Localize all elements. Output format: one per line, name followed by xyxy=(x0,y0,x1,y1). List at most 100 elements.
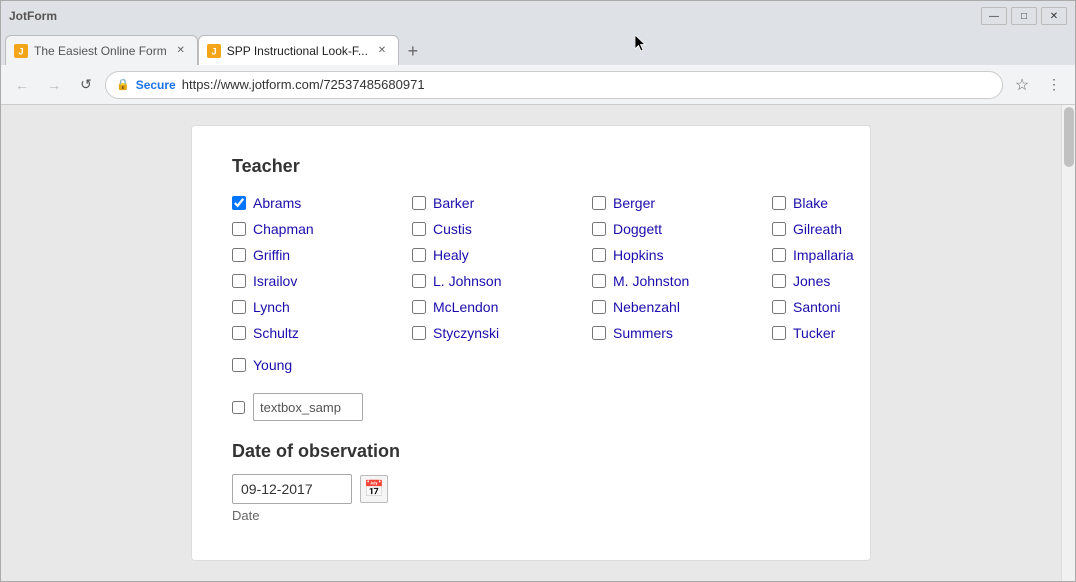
checkbox-cb_berger[interactable] xyxy=(592,196,606,210)
young-label[interactable]: Young xyxy=(253,357,292,373)
checkbox-item-cb_gilreath: Gilreath xyxy=(772,221,952,237)
forward-button[interactable]: → xyxy=(41,72,67,98)
checkbox-cb_healy[interactable] xyxy=(412,248,426,262)
label-cb_berger[interactable]: Berger xyxy=(613,195,655,211)
checkbox-cb_santoni[interactable] xyxy=(772,300,786,314)
address-bar: ← → ↺ 🔒 Secure https://www.jotform.com/7… xyxy=(1,65,1075,105)
label-cb_mclendon[interactable]: McLendon xyxy=(433,299,498,315)
label-cb_chapman[interactable]: Chapman xyxy=(253,221,314,237)
checkbox-item-cb_ljohnson: L. Johnson xyxy=(412,273,592,289)
tab1-close[interactable]: ✕ xyxy=(173,43,189,59)
checkbox-item-cb_chapman: Chapman xyxy=(232,221,412,237)
checkbox-cb_ljohnson[interactable] xyxy=(412,274,426,288)
checkbox-cb_hopkins[interactable] xyxy=(592,248,606,262)
label-cb_israilov[interactable]: Israilov xyxy=(253,273,297,289)
label-cb_tucker[interactable]: Tucker xyxy=(793,325,835,341)
checkbox-cb_mjohnston[interactable] xyxy=(592,274,606,288)
young-checkbox-item: Young xyxy=(232,357,292,373)
tab-2[interactable]: J SPP Instructional Look-F... ✕ xyxy=(198,35,399,65)
label-cb_summers[interactable]: Summers xyxy=(613,325,673,341)
other-checkbox[interactable] xyxy=(232,401,245,414)
label-cb_abrams[interactable]: Abrams xyxy=(253,195,301,211)
tab1-label: The Easiest Online Form xyxy=(34,44,167,58)
tabs-bar: J The Easiest Online Form ✕ J SPP Instru… xyxy=(1,31,1075,65)
browser-window: JotForm — □ ✕ J The Easiest Online Form … xyxy=(0,0,1076,582)
label-cb_doggett[interactable]: Doggett xyxy=(613,221,662,237)
label-cb_griffin[interactable]: Griffin xyxy=(253,247,290,263)
label-cb_nebenzahl[interactable]: Nebenzahl xyxy=(613,299,680,315)
checkbox-cb_gilreath[interactable] xyxy=(772,222,786,236)
checkbox-item-cb_custis: Custis xyxy=(412,221,592,237)
checkbox-item-cb_nebenzahl: Nebenzahl xyxy=(592,299,772,315)
label-cb_blake[interactable]: Blake xyxy=(793,195,828,211)
young-checkbox[interactable] xyxy=(232,358,246,372)
page-scroll-area: Teacher AbramsBarkerBergerBlakeChapmanCu… xyxy=(1,105,1061,581)
checkbox-cb_chapman[interactable] xyxy=(232,222,246,236)
date-label: Date xyxy=(232,508,830,523)
label-cb_mjohnston[interactable]: M. Johnston xyxy=(613,273,689,289)
checkbox-item-cb_schultz: Schultz xyxy=(232,325,412,341)
date-input[interactable] xyxy=(232,474,352,504)
checkbox-cb_mclendon[interactable] xyxy=(412,300,426,314)
label-cb_jones[interactable]: Jones xyxy=(793,273,830,289)
date-section-title: Date of observation xyxy=(232,441,830,462)
label-cb_healy[interactable]: Healy xyxy=(433,247,469,263)
other-textbox[interactable] xyxy=(253,393,363,421)
checkbox-item-cb_summers: Summers xyxy=(592,325,772,341)
checkbox-cb_styczynski[interactable] xyxy=(412,326,426,340)
checkbox-item-cb_impallaria: Impallaria xyxy=(772,247,952,263)
checkbox-item-cb_santoni: Santoni xyxy=(772,299,952,315)
other-row: Young xyxy=(232,357,830,373)
checkbox-cb_doggett[interactable] xyxy=(592,222,606,236)
checkbox-item-cb_griffin: Griffin xyxy=(232,247,412,263)
checkbox-cb_lynch[interactable] xyxy=(232,300,246,314)
checkbox-cb_blake[interactable] xyxy=(772,196,786,210)
tab2-close[interactable]: ✕ xyxy=(374,43,390,59)
url-text: https://www.jotform.com/72537485680971 xyxy=(182,77,992,92)
tab-1[interactable]: J The Easiest Online Form ✕ xyxy=(5,35,198,65)
label-cb_gilreath[interactable]: Gilreath xyxy=(793,221,842,237)
label-cb_impallaria[interactable]: Impallaria xyxy=(793,247,854,263)
close-button[interactable]: ✕ xyxy=(1041,7,1067,25)
label-cb_ljohnson[interactable]: L. Johnson xyxy=(433,273,502,289)
checkbox-cb_tucker[interactable] xyxy=(772,326,786,340)
label-cb_barker[interactable]: Barker xyxy=(433,195,474,211)
scrollbar-thumb[interactable] xyxy=(1064,107,1074,167)
checkbox-item-cb_blake: Blake xyxy=(772,195,952,211)
menu-button[interactable]: ⋮ xyxy=(1041,72,1067,98)
checkbox-cb_summers[interactable] xyxy=(592,326,606,340)
minimize-button[interactable]: — xyxy=(981,7,1007,25)
label-cb_lynch[interactable]: Lynch xyxy=(253,299,290,315)
checkbox-cb_custis[interactable] xyxy=(412,222,426,236)
tab1-favicon: J xyxy=(14,44,28,58)
date-section: Date of observation 📅 Date xyxy=(232,441,830,523)
label-cb_styczynski[interactable]: Styczynski xyxy=(433,325,499,341)
brand-title: JotForm xyxy=(9,9,57,23)
address-input-wrap[interactable]: 🔒 Secure https://www.jotform.com/7253748… xyxy=(105,71,1003,99)
maximize-button[interactable]: □ xyxy=(1011,7,1037,25)
checkbox-cb_jones[interactable] xyxy=(772,274,786,288)
label-cb_schultz[interactable]: Schultz xyxy=(253,325,299,341)
title-bar: JotForm — □ ✕ xyxy=(1,1,1075,31)
label-cb_hopkins[interactable]: Hopkins xyxy=(613,247,664,263)
bookmark-button[interactable]: ☆ xyxy=(1009,72,1035,98)
checkbox-cb_impallaria[interactable] xyxy=(772,248,786,262)
scrollbar-track xyxy=(1061,105,1075,581)
back-button[interactable]: ← xyxy=(9,72,35,98)
checkbox-item-cb_lynch: Lynch xyxy=(232,299,412,315)
title-bar-left: JotForm xyxy=(9,9,77,23)
label-cb_santoni[interactable]: Santoni xyxy=(793,299,840,315)
new-tab-button[interactable]: + xyxy=(399,37,427,65)
checkbox-item-cb_tucker: Tucker xyxy=(772,325,952,341)
reload-button[interactable]: ↺ xyxy=(73,72,99,98)
checkbox-cb_barker[interactable] xyxy=(412,196,426,210)
checkbox-cb_griffin[interactable] xyxy=(232,248,246,262)
checkbox-cb_nebenzahl[interactable] xyxy=(592,300,606,314)
checkbox-cb_abrams[interactable] xyxy=(232,196,246,210)
title-bar-controls: — □ ✕ xyxy=(981,7,1067,25)
checkbox-cb_schultz[interactable] xyxy=(232,326,246,340)
calendar-button[interactable]: 📅 xyxy=(360,475,388,503)
checkbox-item-cb_mclendon: McLendon xyxy=(412,299,592,315)
label-cb_custis[interactable]: Custis xyxy=(433,221,472,237)
checkbox-cb_israilov[interactable] xyxy=(232,274,246,288)
